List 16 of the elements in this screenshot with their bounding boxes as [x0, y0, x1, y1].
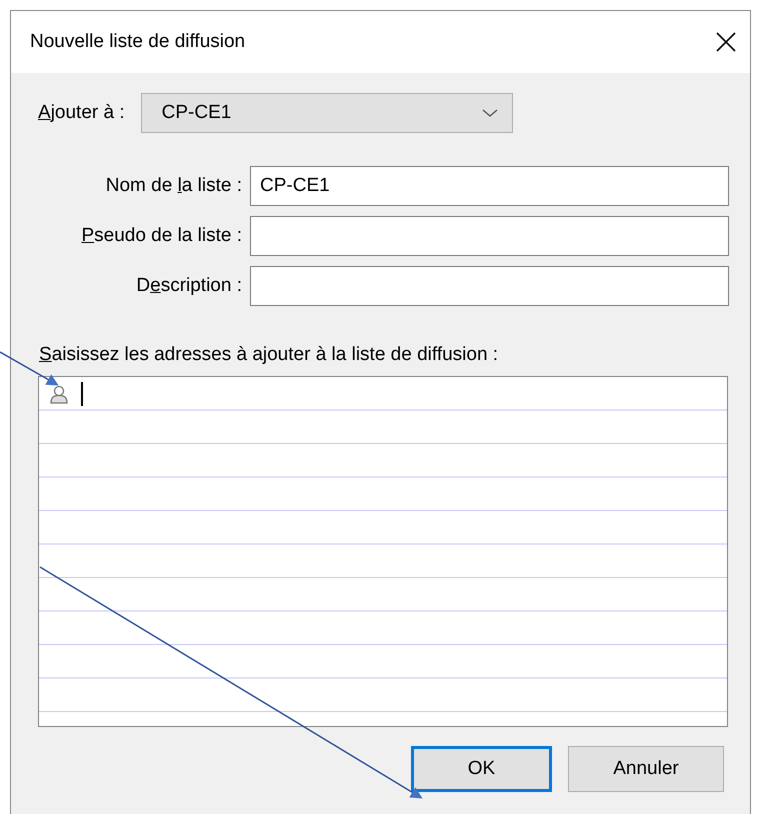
close-icon: [714, 30, 738, 54]
window-title: Nouvelle liste de diffusion: [30, 31, 246, 53]
contact-icon: [49, 384, 69, 404]
addresses-label: Saisissez les adresses à ajouter à la liste de diffusion :: [39, 344, 500, 366]
field-label: Description :: [135, 275, 243, 297]
field-label: Nom de la liste :: [104, 175, 243, 197]
add-to-dropdown[interactable]: CP-CE1: [140, 93, 513, 133]
cancel-button[interactable]: Annuler: [568, 746, 724, 792]
ok-button[interactable]: OK: [411, 746, 552, 792]
input-field[interactable]: [250, 266, 729, 306]
input-field[interactable]: CP-CE1: [250, 166, 729, 206]
chevron-down-icon: [482, 108, 498, 118]
close-button[interactable]: [714, 30, 738, 54]
field-label: Pseudo de la liste :: [80, 225, 243, 247]
input-field[interactable]: [250, 216, 729, 256]
add-to-label: Ajouter à :: [38, 102, 125, 124]
